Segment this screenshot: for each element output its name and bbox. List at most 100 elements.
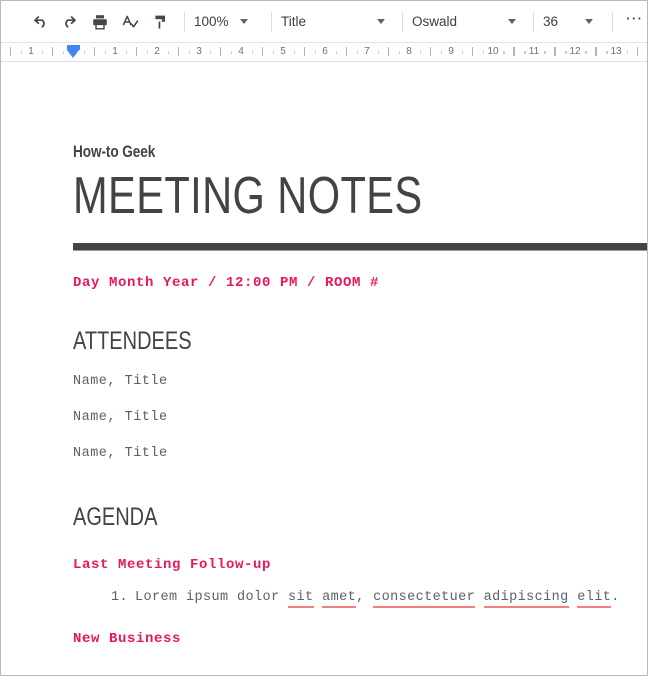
- spellcheck-word[interactable]: consectetuer: [373, 590, 476, 608]
- spellcheck-word[interactable]: amet: [322, 590, 357, 608]
- indent-marker-triangle: [67, 50, 79, 58]
- toolbar-divider: [612, 11, 613, 32]
- ruler-tick: [514, 47, 515, 56]
- paragraph-style-selector[interactable]: Title: [281, 9, 393, 35]
- print-icon[interactable]: [85, 7, 115, 37]
- toolbar-divider: [533, 11, 534, 32]
- spellcheck-word[interactable]: sit: [288, 590, 314, 608]
- ruler-tick: [357, 51, 358, 54]
- ruler-tick: [420, 51, 421, 54]
- ruler-tick: [524, 51, 525, 54]
- ruler-tick: [637, 47, 638, 56]
- ruler-tick: [586, 51, 587, 54]
- ruler-tick: [21, 51, 22, 54]
- ruler-number: 1: [28, 46, 34, 57]
- ruler-tick: [220, 47, 221, 56]
- redo-icon[interactable]: [55, 7, 85, 37]
- ruler-tick: [503, 51, 504, 54]
- attendee-line: Name, Title: [73, 410, 168, 425]
- ruler-tick: [168, 51, 169, 54]
- ruler-tick: [262, 47, 263, 56]
- zoom-value: 100%: [194, 14, 229, 29]
- section-heading-agenda: AGENDA: [73, 503, 158, 531]
- ruler-tick: [554, 47, 555, 56]
- ruler-tick: [472, 47, 473, 56]
- document-canvas[interactable]: How-to Geek MEETING NOTES Day Month Year…: [1, 62, 647, 675]
- chevron-down-icon: [585, 19, 593, 24]
- ruler-number: 2: [154, 46, 160, 57]
- toolbar-divider: [271, 11, 272, 32]
- ruler-tick: [525, 51, 526, 54]
- ruler-tick: [441, 51, 442, 54]
- more-options-icon[interactable]: ⋯: [622, 6, 647, 38]
- horizontal-rule: [73, 243, 647, 251]
- ruler-number: 10: [487, 46, 499, 57]
- font-family-value: Oswald: [412, 14, 458, 29]
- attendee-line: Name, Title: [73, 446, 168, 461]
- paint-format-icon[interactable]: [145, 7, 175, 37]
- section-heading-attendees: ATTENDEES: [73, 327, 192, 355]
- left-indent-marker[interactable]: [67, 45, 80, 59]
- ruler-tick: [566, 51, 567, 54]
- spellcheck-word[interactable]: adipiscing: [483, 590, 569, 608]
- zoom-selector[interactable]: 100%: [194, 9, 262, 35]
- toolbar-divider: [402, 11, 403, 32]
- ruler-tick: [178, 47, 179, 56]
- ruler-tick: [606, 51, 607, 54]
- ruler-tick: [315, 51, 316, 54]
- list-item-text: Lorem ipsum dolor: [135, 590, 289, 605]
- list-item-number: 1.: [111, 590, 129, 605]
- font-family-selector[interactable]: Oswald: [412, 9, 524, 35]
- paragraph-style-value: Title: [281, 14, 307, 29]
- ruler-number: 1: [112, 46, 118, 57]
- page-title: MEETING NOTES: [73, 167, 423, 225]
- ruler-tick: [94, 47, 95, 56]
- ruler-tick: [388, 47, 389, 56]
- ruler-tick: [462, 51, 463, 54]
- ruler-tick: [513, 47, 514, 56]
- document-editor-window: 100% Title Oswald 36 ⋯ 1 1 2 3 4 5 6 7 8 9 10 11 12 1…: [0, 0, 648, 676]
- ruler-tick: [555, 47, 556, 56]
- ruler-number: 9: [448, 46, 454, 57]
- ruler-tick: [136, 47, 137, 56]
- spelling-check-icon[interactable]: [115, 7, 145, 37]
- font-size-selector[interactable]: 36: [543, 9, 603, 35]
- ruler-tick: [585, 51, 586, 54]
- ruler-tick: [210, 51, 211, 54]
- attendee-line: Name, Title: [73, 374, 168, 389]
- list-item-period: .: [611, 590, 620, 605]
- ruler-tick: [430, 47, 431, 56]
- spellcheck-word[interactable]: elit: [577, 590, 612, 608]
- document-page[interactable]: How-to Geek MEETING NOTES Day Month Year…: [1, 62, 647, 647]
- chevron-down-icon: [508, 19, 516, 24]
- ruler-tick: [189, 51, 190, 54]
- ruler-number: 5: [280, 46, 286, 57]
- ruler-tick: [504, 51, 505, 54]
- ruler-number: 3: [196, 46, 202, 57]
- ruler-number: 8: [406, 46, 412, 57]
- ruler-tick: [252, 51, 253, 54]
- ruler-tick: [63, 51, 64, 54]
- ruler-tick: [42, 51, 43, 54]
- toolbar: 100% Title Oswald 36 ⋯: [1, 1, 647, 42]
- ruler-tick: [84, 51, 85, 54]
- ruler-tick: [565, 51, 566, 54]
- list-item: 1. Lorem ipsum dolor sit amet, consectetu…: [111, 590, 647, 608]
- document-kicker: How-to Geek: [73, 142, 156, 161]
- ruler-number: 12: [569, 46, 581, 57]
- meeting-meta-line: Day Month Year / 12:00 PM / ROOM #: [73, 275, 380, 291]
- toolbar-divider: [184, 11, 185, 32]
- agenda-subheading-new-business: New Business: [73, 631, 182, 647]
- ruler-tick: [627, 51, 628, 54]
- ruler-tick: [336, 51, 337, 54]
- list-item-comma: ,: [356, 590, 365, 605]
- font-size-value: 36: [543, 14, 559, 29]
- ruler-tick: [304, 47, 305, 56]
- undo-icon[interactable]: [25, 7, 55, 37]
- ruler-tick: [273, 51, 274, 54]
- ruler[interactable]: 1 1 2 3 4 5 6 7 8 9 10 11 12 13: [1, 42, 647, 62]
- ruler-tick: [595, 47, 596, 56]
- ruler-number: 7: [364, 46, 370, 57]
- chevron-down-icon: [240, 19, 248, 24]
- ruler-tick: [483, 51, 484, 54]
